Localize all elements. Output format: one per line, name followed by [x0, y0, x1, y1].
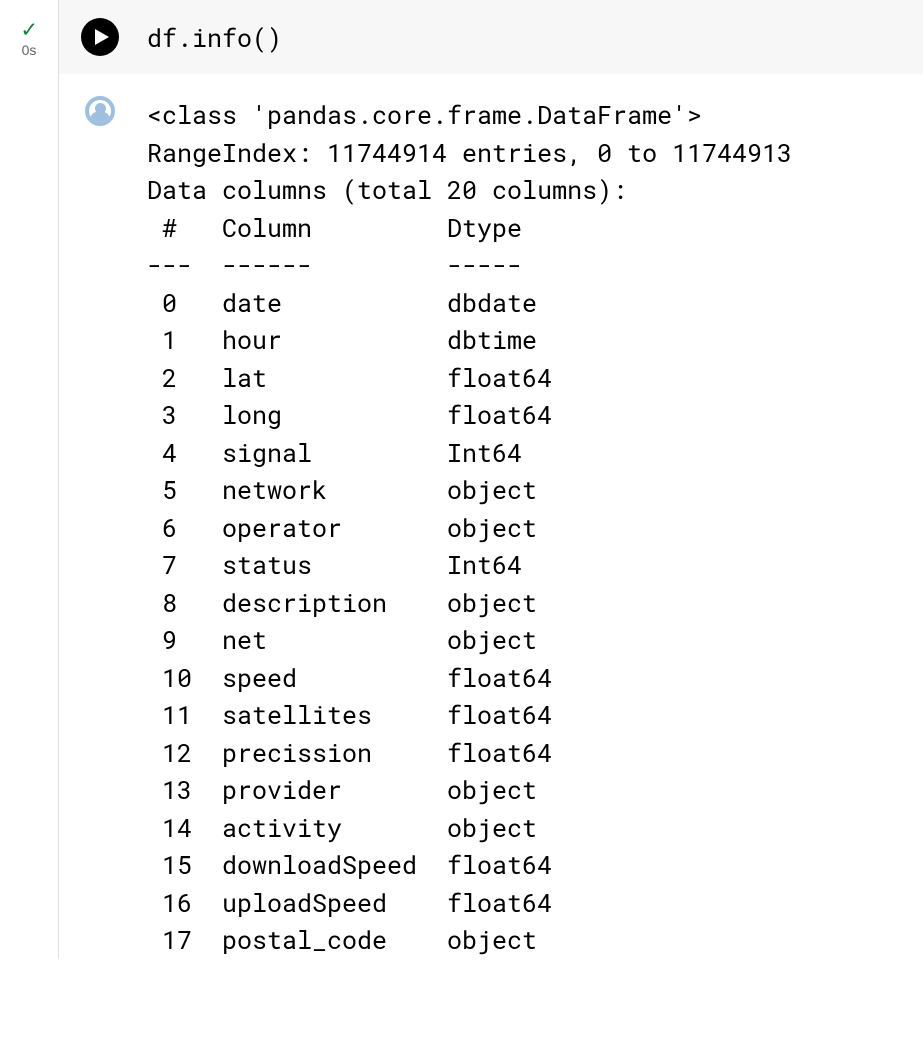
- output-avatar-icon: [85, 96, 115, 126]
- code-parens: (): [252, 21, 282, 54]
- play-icon: [95, 29, 109, 45]
- code-expr: df.info: [147, 21, 252, 54]
- execution-time: 0s: [22, 42, 37, 58]
- output-gutter: [81, 96, 119, 959]
- code-input[interactable]: df.info(): [147, 21, 282, 54]
- output-text: <class 'pandas.core.frame.DataFrame'> Ra…: [147, 96, 792, 959]
- cell-gutter: ✓ 0s: [0, 0, 58, 959]
- check-icon: ✓: [22, 16, 36, 40]
- notebook-cell: ✓ 0s df.info() <class 'pandas.core.frame…: [0, 0, 923, 959]
- run-button[interactable]: [81, 18, 119, 56]
- code-input-row[interactable]: df.info(): [59, 0, 923, 74]
- output-row: <class 'pandas.core.frame.DataFrame'> Ra…: [59, 74, 923, 959]
- cell-body: df.info() <class 'pandas.core.frame.Data…: [58, 0, 923, 959]
